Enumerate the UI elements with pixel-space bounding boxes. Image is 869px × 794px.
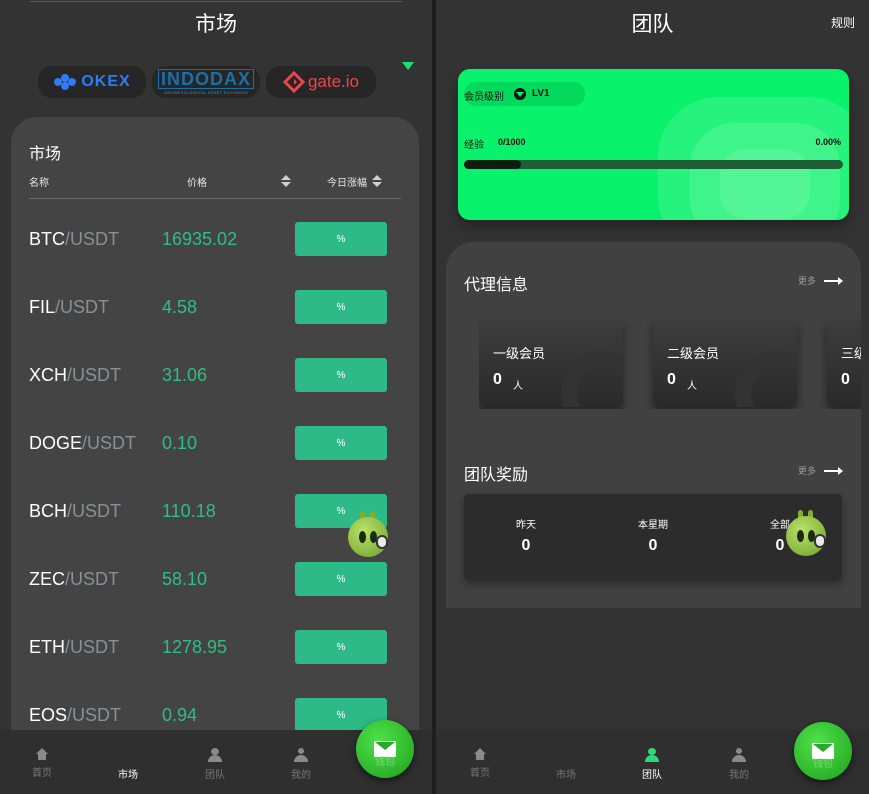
market-row[interactable]: XCH/USDT 31.06 %: [29, 358, 401, 392]
member-level-label: 会员级别: [464, 92, 504, 103]
page-title: 团队: [631, 13, 674, 36]
price-value: 4.58: [162, 297, 198, 317]
exp-progress-bar: [464, 160, 843, 169]
price-value: 0.94: [162, 705, 198, 725]
price-value: 0.10: [162, 433, 198, 453]
exp-progress-fill: [464, 160, 521, 169]
home-icon: [36, 748, 48, 760]
pair-label: BTC/USDT: [29, 229, 119, 249]
okex-logo[interactable]: OKEX: [38, 66, 146, 98]
pair-label: BCH/USDT: [29, 501, 122, 521]
reward-more-link[interactable]: 更多: [798, 464, 816, 477]
gate-logo-text: gate.io: [307, 72, 360, 91]
user-icon: [732, 748, 746, 762]
reward-week: 本星期 0: [638, 520, 668, 554]
market-row[interactable]: DOGE/USDT 0.10 %: [29, 426, 401, 460]
member-card-level2[interactable]: 二级会员 0 人: [653, 319, 797, 407]
nav-mine[interactable]: 我的: [709, 748, 769, 783]
indodax-logo-subtext: INDONESIA DIGITAL ASSET EXCHANGE: [163, 90, 249, 95]
market-card: 市场 名称 价格 今日涨幅 BTC/USDT 16935.02 % FIL/US…: [11, 117, 419, 794]
rules-link[interactable]: 规则: [831, 14, 855, 31]
market-row[interactable]: FIL/USDT 4.58 %: [29, 290, 401, 324]
nav-team[interactable]: 团队: [185, 748, 245, 783]
team-screen: 团队 规则 会员级别 LV1 经验 0/1000 0.00% 代理信息 更多 一…: [436, 0, 869, 794]
user-icon: [294, 748, 308, 762]
team-icon: [645, 748, 659, 762]
mascot-support-icon[interactable]: [346, 511, 390, 557]
gate-logo[interactable]: gate.io: [266, 66, 376, 98]
price-value: 31.06: [162, 365, 208, 385]
okex-logo-text: OKEX: [81, 73, 131, 90]
col-header-change: 今日涨幅: [327, 178, 367, 189]
col-header-name: 名称: [29, 178, 49, 189]
market-row[interactable]: BTC/USDT 16935.02 %: [29, 222, 401, 256]
nav-market[interactable]: 市场: [98, 744, 158, 783]
exp-label: 经验: [464, 140, 484, 151]
member-card-level1[interactable]: 一级会员 0 人: [479, 319, 623, 407]
level-card: 会员级别 LV1 经验 0/1000 0.00%: [458, 69, 849, 220]
nav-home[interactable]: 首页: [450, 748, 510, 781]
nav-team[interactable]: 团队: [622, 748, 682, 783]
member-card-level3[interactable]: 三级会员 0 人: [827, 319, 861, 407]
pair-label: EOS/USDT: [29, 705, 122, 725]
change-badge[interactable]: %: [295, 222, 387, 256]
arrow-right-icon[interactable]: [824, 277, 843, 285]
fab-hidden-label: 钱包: [813, 759, 833, 770]
col-header-price: 价格: [187, 178, 207, 189]
market-card-title: 市场: [29, 146, 62, 163]
member-level-value: LV1: [532, 88, 550, 99]
market-row[interactable]: EOS/USDT 0.94 %: [29, 698, 401, 732]
message-fab[interactable]: 钱包: [794, 722, 852, 780]
market-grid-icon: [559, 748, 573, 762]
top-divider: [30, 1, 402, 2]
change-badge[interactable]: %: [295, 290, 387, 324]
nav-market[interactable]: 市场: [536, 748, 596, 783]
agent-info-title: 代理信息: [464, 277, 529, 294]
member-levels: 一级会员 0 人 二级会员 0 人 三级会员 0 人: [479, 319, 861, 409]
message-fab[interactable]: 钱包: [356, 720, 414, 778]
nav-mine[interactable]: 我的: [271, 748, 331, 783]
mascot-support-icon[interactable]: [784, 510, 828, 556]
okex-cube-icon: [54, 74, 77, 90]
agent-more-link[interactable]: 更多: [798, 274, 816, 287]
sort-price-icon[interactable]: [281, 175, 291, 187]
pair-label: ZEC/USDT: [29, 569, 119, 589]
indodax-logo[interactable]: INDODAX INDONESIA DIGITAL ASSET EXCHANGE: [152, 66, 260, 98]
price-value: 110.18: [162, 501, 216, 521]
team-reward-title: 团队奖励: [464, 467, 529, 484]
expand-caret-icon[interactable]: [402, 62, 414, 70]
fab-hidden-label: 钱包: [375, 757, 395, 768]
market-grid-icon: [119, 744, 137, 762]
nav-home[interactable]: 首页: [12, 748, 72, 781]
market-row[interactable]: ZEC/USDT 58.10 %: [29, 562, 401, 596]
level-badge-icon: [514, 88, 526, 100]
home-icon: [474, 748, 486, 760]
price-value: 16935.02: [162, 229, 238, 249]
price-value: 58.10: [162, 569, 208, 589]
page-title: 市场: [195, 13, 237, 36]
market-screen: 市场 OKEX INDODAX INDONESIA DIGITAL ASSET …: [0, 0, 432, 794]
reward-yesterday: 昨天 0: [516, 520, 536, 554]
change-badge[interactable]: %: [295, 562, 387, 596]
member-level-pill: 会员级别 LV1: [464, 82, 585, 106]
market-row[interactable]: ETH/USDT 1278.95 %: [29, 630, 401, 664]
pair-label: ETH/USDT: [29, 637, 119, 657]
pair-label: FIL/USDT: [29, 297, 110, 317]
exchange-logos: OKEX INDODAX INDONESIA DIGITAL ASSET EXC…: [38, 66, 378, 98]
change-badge[interactable]: %: [295, 358, 387, 392]
arrow-right-icon[interactable]: [824, 467, 843, 475]
exp-value: 0/1000: [498, 137, 526, 147]
gate-diamond-icon: [282, 71, 305, 93]
header-divider: [29, 198, 401, 199]
exp-percent: 0.00%: [815, 137, 841, 147]
change-badge[interactable]: %: [295, 426, 387, 460]
change-badge[interactable]: %: [295, 630, 387, 664]
pair-label: DOGE/USDT: [29, 433, 137, 453]
price-value: 1278.95: [162, 637, 228, 657]
pair-label: XCH/USDT: [29, 365, 122, 385]
indodax-logo-text: INDODAX: [157, 69, 254, 89]
team-icon: [208, 748, 222, 762]
sort-change-icon[interactable]: [372, 175, 382, 187]
